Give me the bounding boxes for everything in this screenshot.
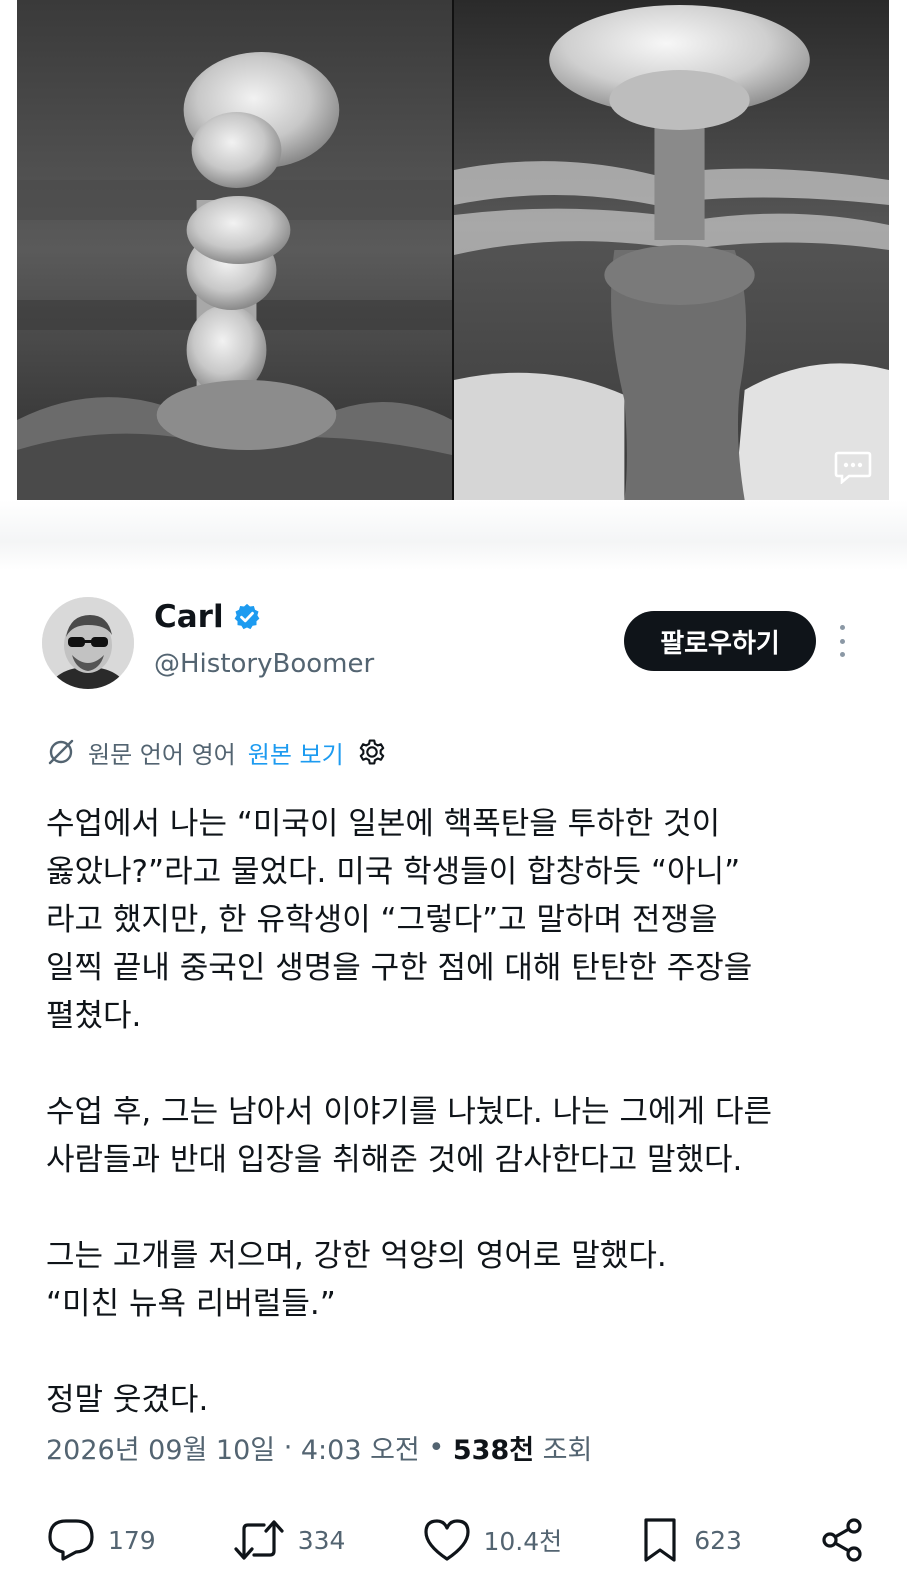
author-handle[interactable]: @HistoryBoomer (154, 649, 374, 679)
verified-badge-icon (234, 603, 259, 630)
tweet-paragraph: 수업 후, 그는 남아서 이야기를 나눴다. 나는 그에게 다른 사람들과 반대… (46, 1094, 772, 1178)
author-name[interactable]: Carl (154, 599, 224, 635)
share-icon (822, 1518, 862, 1562)
gear-icon[interactable] (356, 736, 388, 768)
more-options-button[interactable] (834, 625, 850, 657)
bookmark-icon (644, 1518, 676, 1562)
tweet-paragraph: 수업에서 나는 “미국이 일본에 핵폭탄을 투하한 것이 옳았나?”라고 물었다… (46, 806, 753, 1034)
translation-source: 원문 언어 영어 (88, 740, 236, 769)
translation-row: 원문 언어 영어 원본 보기 (46, 733, 388, 771)
more-vertical-icon (839, 625, 845, 630)
avatar-icon (42, 597, 134, 689)
meta-separator: • (419, 1432, 453, 1463)
like-count: 10.4천 (483, 1527, 563, 1556)
tweet-time[interactable]: 4:03 오전 (301, 1428, 420, 1467)
name-line: Carl (154, 599, 262, 635)
heart-icon (423, 1519, 470, 1561)
retweet-icon (234, 1520, 284, 1560)
share-button[interactable] (818, 1516, 866, 1564)
bookmark-count: 623 (694, 1525, 742, 1555)
tweet-meta: 2026년 09월 10일 · 4:03 오전 • 538천 조회 (46, 1428, 592, 1467)
views-label: 조회 (534, 1435, 593, 1466)
reply-icon (48, 1519, 94, 1561)
author-row: Carl @HistoryBoomer 팔로우하기 (42, 597, 872, 689)
tweet-paragraph: 그는 고개를 저으며, 강한 억양의 영어로 말했다. “미친 뉴욕 리버럴들.… (46, 1238, 667, 1322)
translate-icon (48, 739, 74, 765)
like-button[interactable]: 10.4천 (422, 1517, 563, 1563)
tweet-text: 수업에서 나는 “미국이 일본에 핵폭탄을 투하한 것이 옳았나?”라고 물었다… (46, 800, 866, 1424)
mushroom-cloud-photo (17, 0, 452, 500)
meta-separator: · (275, 1432, 301, 1463)
bookmark-button[interactable]: 623 (638, 1516, 742, 1564)
avatar[interactable] (42, 597, 134, 689)
view-original-link[interactable]: 원본 보기 (248, 735, 344, 770)
views-count: 538천 (452, 1435, 535, 1466)
photo-left[interactable] (17, 0, 452, 500)
action-bar: 179 334 10.4천 623 (46, 1512, 866, 1568)
retweet-count: 334 (297, 1525, 346, 1555)
follow-button[interactable]: 팔로우하기 (624, 611, 816, 671)
message-dots-icon (834, 451, 872, 484)
reply-button[interactable]: 179 (46, 1517, 156, 1563)
media-grid (17, 0, 889, 500)
mushroom-cloud-photo (454, 0, 889, 500)
more-vertical-icon-dot (839, 638, 845, 644)
retweet-button[interactable]: 334 (232, 1517, 346, 1563)
tweet-paragraph: 정말 웃겼다. (46, 1382, 209, 1418)
more-vertical-icon-dot (839, 652, 845, 657)
reply-count: 179 (108, 1525, 156, 1555)
section-divider (0, 500, 907, 570)
tweet-date[interactable]: 2026년 09월 10일 (46, 1428, 275, 1467)
photo-right[interactable] (454, 0, 889, 500)
alt-text-badge[interactable] (833, 450, 873, 484)
